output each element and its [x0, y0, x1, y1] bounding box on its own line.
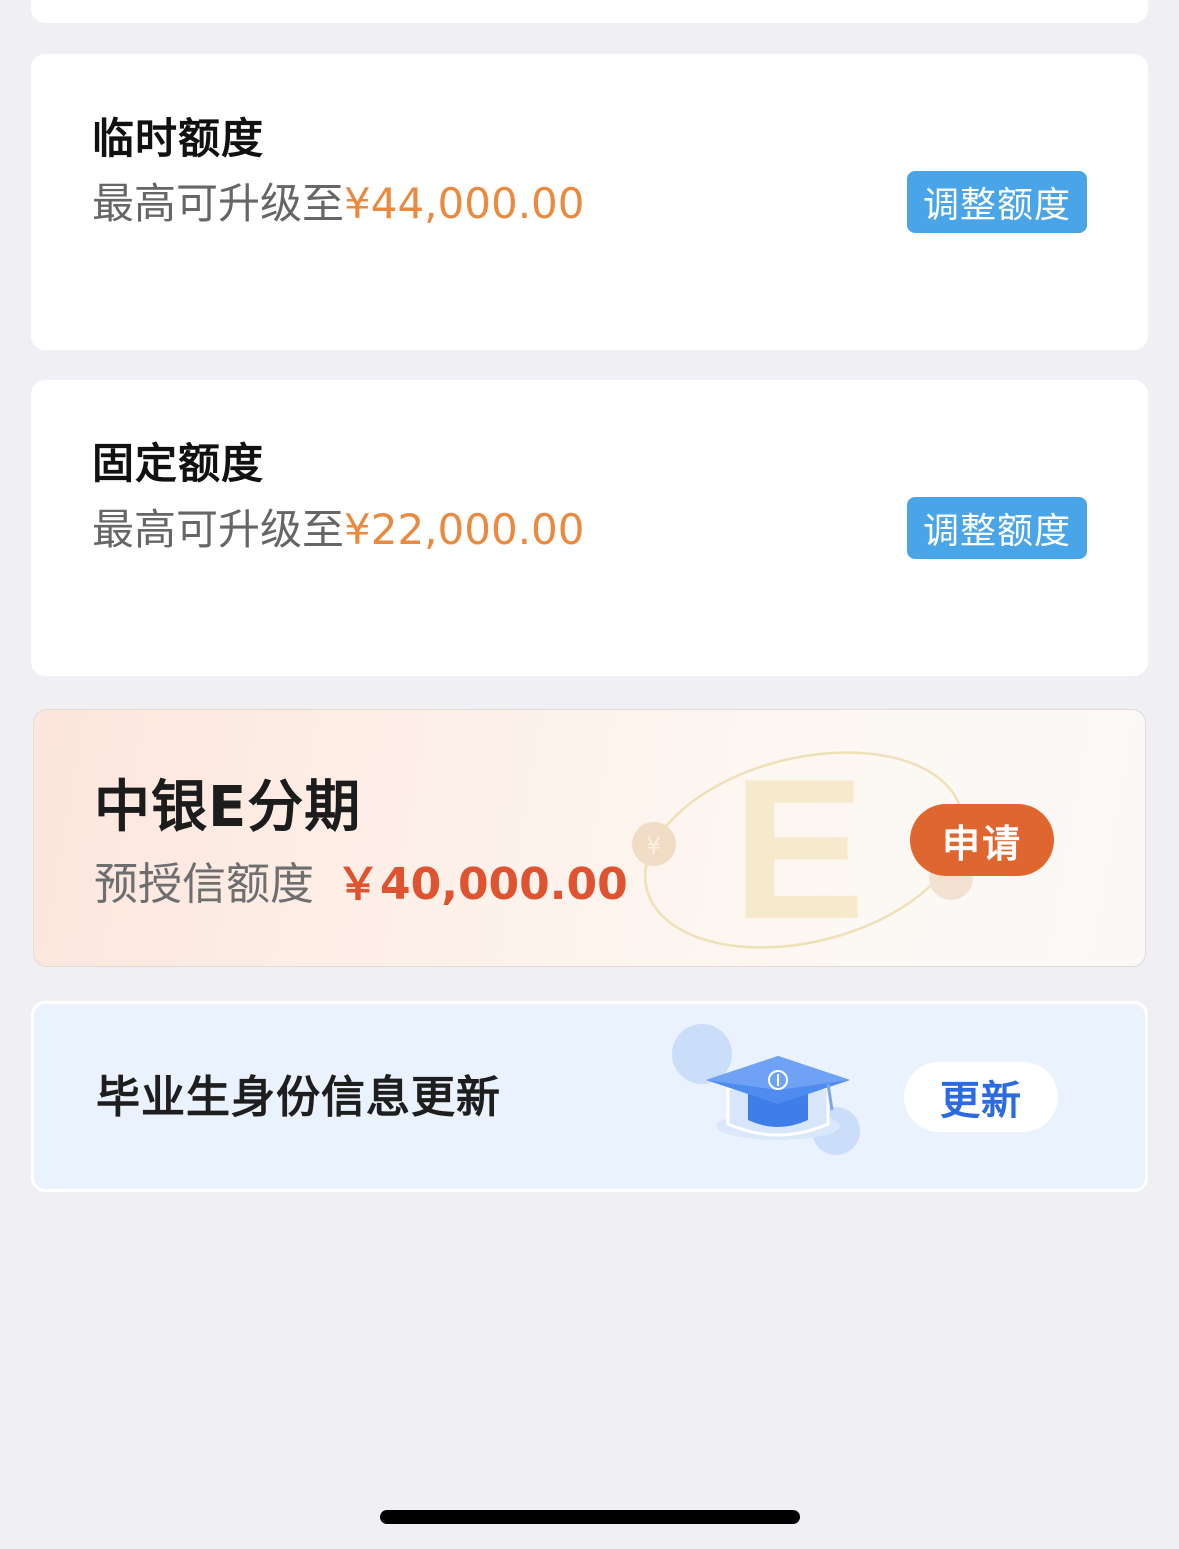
svg-text:¥: ¥	[646, 832, 661, 860]
temporary-limit-desc-prefix: 最高可升级至	[92, 179, 345, 228]
fixed-limit-card: 固定额度 最高可升级至¥22,000.00 调整额度	[31, 380, 1148, 676]
fixed-limit-desc-prefix: 最高可升级至	[92, 505, 345, 554]
graduation-cap-icon	[672, 1024, 860, 1155]
e-installment-desc-prefix: 预授信额度	[94, 859, 314, 910]
apply-button[interactable]: 申请	[910, 804, 1054, 876]
e-installment-amount: ￥40,000.00	[336, 859, 628, 910]
temporary-limit-desc: 最高可升级至¥44,000.00	[92, 183, 585, 225]
fixed-limit-amount: ¥22,000.00	[344, 505, 585, 554]
graduate-update-title: 毕业生身份信息更新	[96, 1072, 501, 1123]
adjust-temporary-limit-button[interactable]: 调整额度	[907, 171, 1087, 233]
fixed-limit-desc: 最高可升级至¥22,000.00	[92, 509, 585, 551]
temporary-limit-amount: ¥44,000.00	[344, 179, 585, 228]
update-button[interactable]: 更新	[904, 1062, 1058, 1132]
home-indicator[interactable]	[380, 1510, 800, 1524]
e-installment-card[interactable]: E ¥ 中银E分期 预授信额度 ￥40,000.00 申请	[33, 709, 1146, 967]
temporary-limit-card: 临时额度 最高可升级至¥44,000.00 调整额度	[31, 54, 1148, 350]
e-installment-title: 中银E分期	[94, 775, 362, 840]
fixed-limit-title: 固定额度	[92, 439, 265, 488]
graduate-update-card[interactable]: 毕业生身份信息更新 更新	[31, 1001, 1148, 1192]
previous-card	[31, 0, 1148, 23]
svg-text:E: E	[732, 738, 865, 953]
e-installment-desc: 预授信额度 ￥40,000.00	[94, 863, 628, 907]
temporary-limit-title: 临时额度	[92, 114, 265, 163]
adjust-fixed-limit-button[interactable]: 调整额度	[907, 497, 1087, 559]
